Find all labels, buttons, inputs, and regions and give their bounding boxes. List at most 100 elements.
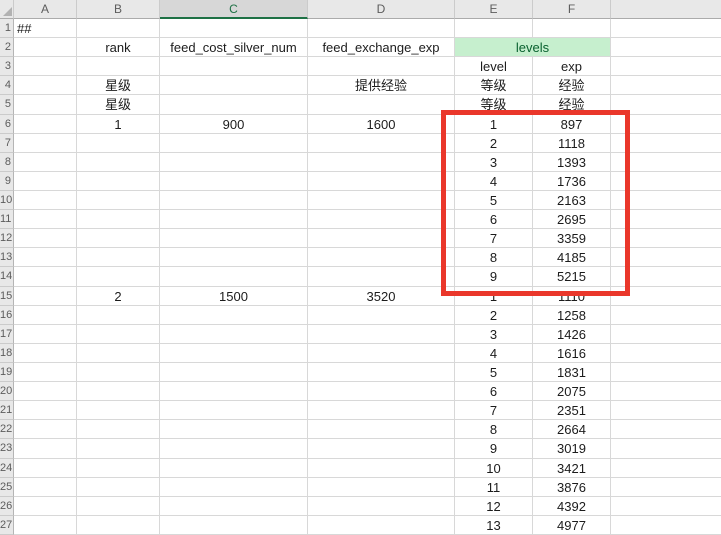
cell-B21[interactable] [77, 401, 160, 420]
cell-F1[interactable] [533, 19, 611, 38]
row-header-6[interactable]: 6 [0, 115, 14, 134]
row-header-2[interactable]: 2 [0, 38, 14, 57]
cell-G12[interactable] [611, 229, 721, 248]
cell-C26[interactable] [160, 497, 308, 516]
cell-D26[interactable] [308, 497, 455, 516]
cell-F21[interactable]: 2351 [533, 401, 611, 420]
cell-A19[interactable] [14, 363, 77, 382]
row-header-23[interactable]: 23 [0, 439, 14, 458]
cell-D21[interactable] [308, 401, 455, 420]
row-header-14[interactable]: 14 [0, 267, 14, 286]
cell-G19[interactable] [611, 363, 721, 382]
cell-E1[interactable] [455, 19, 533, 38]
cell-D24[interactable] [308, 459, 455, 478]
cell-D25[interactable] [308, 478, 455, 497]
cell-B27[interactable] [77, 516, 160, 535]
cell-C7[interactable] [160, 134, 308, 153]
row-header-3[interactable]: 3 [0, 57, 14, 76]
cell-D9[interactable] [308, 172, 455, 191]
cell-C3[interactable] [160, 57, 308, 76]
cell-A25[interactable] [14, 478, 77, 497]
column-header-c[interactable]: C [160, 0, 308, 19]
cell-F12[interactable]: 3359 [533, 229, 611, 248]
cell-B17[interactable] [77, 325, 160, 344]
cell-B6[interactable]: 1 [77, 115, 160, 134]
cell-D15[interactable]: 3520 [308, 287, 455, 306]
cell-G25[interactable] [611, 478, 721, 497]
cell-E15[interactable]: 1 [455, 287, 533, 306]
row-header-8[interactable]: 8 [0, 153, 14, 172]
cell-C25[interactable] [160, 478, 308, 497]
cell-F14[interactable]: 5215 [533, 267, 611, 286]
cell-G5[interactable] [611, 95, 721, 114]
cell-E20[interactable]: 6 [455, 382, 533, 401]
cell-F13[interactable]: 4185 [533, 248, 611, 267]
cell-E2[interactable]: levels [455, 38, 611, 57]
cell-C4[interactable] [160, 76, 308, 95]
cell-C5[interactable] [160, 95, 308, 114]
cell-E8[interactable]: 3 [455, 153, 533, 172]
row-header-26[interactable]: 26 [0, 497, 14, 516]
select-all-corner[interactable] [0, 0, 14, 19]
row-header-16[interactable]: 16 [0, 306, 14, 325]
cell-B1[interactable] [77, 19, 160, 38]
column-header-partial[interactable] [611, 0, 721, 19]
cell-C27[interactable] [160, 516, 308, 535]
cell-C13[interactable] [160, 248, 308, 267]
cell-A23[interactable] [14, 439, 77, 458]
cell-D13[interactable] [308, 248, 455, 267]
cell-E16[interactable]: 2 [455, 306, 533, 325]
cell-G18[interactable] [611, 344, 721, 363]
cell-E14[interactable]: 9 [455, 267, 533, 286]
cell-E26[interactable]: 12 [455, 497, 533, 516]
column-header-d[interactable]: D [308, 0, 455, 19]
cell-G9[interactable] [611, 172, 721, 191]
cell-G26[interactable] [611, 497, 721, 516]
cell-E6[interactable]: 1 [455, 115, 533, 134]
cell-E9[interactable]: 4 [455, 172, 533, 191]
cell-D14[interactable] [308, 267, 455, 286]
cell-B13[interactable] [77, 248, 160, 267]
cell-C22[interactable] [160, 420, 308, 439]
cell-A3[interactable] [14, 57, 77, 76]
cell-D12[interactable] [308, 229, 455, 248]
cell-A5[interactable] [14, 95, 77, 114]
cell-E12[interactable]: 7 [455, 229, 533, 248]
row-header-11[interactable]: 11 [0, 210, 14, 229]
cell-A2[interactable] [14, 38, 77, 57]
cell-G3[interactable] [611, 57, 721, 76]
cell-A10[interactable] [14, 191, 77, 210]
cell-D8[interactable] [308, 153, 455, 172]
cell-E7[interactable]: 2 [455, 134, 533, 153]
cell-A4[interactable] [14, 76, 77, 95]
cell-E23[interactable]: 9 [455, 439, 533, 458]
cell-E27[interactable]: 13 [455, 516, 533, 535]
cell-E13[interactable]: 8 [455, 248, 533, 267]
cell-G10[interactable] [611, 191, 721, 210]
row-header-17[interactable]: 17 [0, 325, 14, 344]
cell-C24[interactable] [160, 459, 308, 478]
row-header-15[interactable]: 15 [0, 287, 14, 306]
cell-F17[interactable]: 1426 [533, 325, 611, 344]
cell-B25[interactable] [77, 478, 160, 497]
cell-G1[interactable] [611, 19, 721, 38]
row-header-1[interactable]: 1 [0, 19, 14, 38]
cell-C8[interactable] [160, 153, 308, 172]
cell-A16[interactable] [14, 306, 77, 325]
row-header-4[interactable]: 4 [0, 76, 14, 95]
cell-B20[interactable] [77, 382, 160, 401]
cell-B24[interactable] [77, 459, 160, 478]
cell-E25[interactable]: 11 [455, 478, 533, 497]
cell-G11[interactable] [611, 210, 721, 229]
row-header-19[interactable]: 19 [0, 363, 14, 382]
cell-A9[interactable] [14, 172, 77, 191]
cell-E24[interactable]: 10 [455, 459, 533, 478]
cell-F20[interactable]: 2075 [533, 382, 611, 401]
cell-A20[interactable] [14, 382, 77, 401]
cell-C10[interactable] [160, 191, 308, 210]
cell-D23[interactable] [308, 439, 455, 458]
cell-B5[interactable]: 星级 [77, 95, 160, 114]
cell-A14[interactable] [14, 267, 77, 286]
cell-D18[interactable] [308, 344, 455, 363]
cell-A7[interactable] [14, 134, 77, 153]
